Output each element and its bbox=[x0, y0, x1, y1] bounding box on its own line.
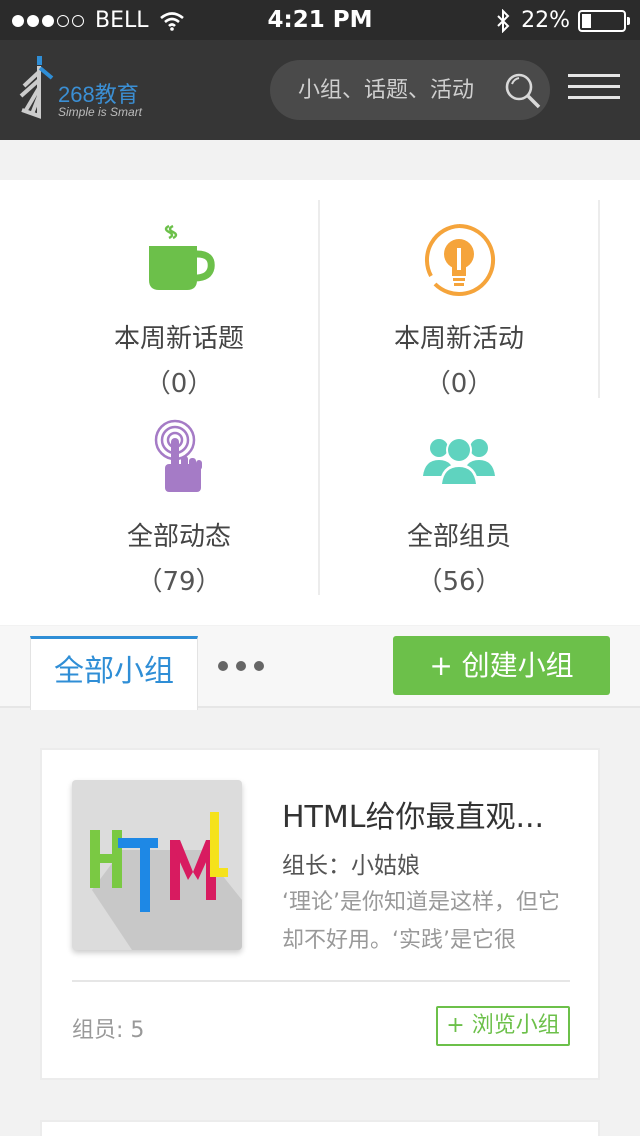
stat-new-events[interactable]: 本周新活动 （0） bbox=[339, 220, 579, 400]
search-icon[interactable] bbox=[504, 72, 542, 110]
logo[interactable]: 268教育 Simple is Smart bbox=[18, 52, 148, 124]
logo-tagline: Simple is Smart bbox=[58, 105, 143, 119]
battery-group: 22% bbox=[495, 8, 630, 33]
group-card[interactable]: HTML给你最直观... 组长：小姑娘 ‘理论’是你知道是这样，但它却不好用。‘… bbox=[40, 748, 600, 1080]
divider bbox=[598, 200, 600, 398]
group-tabs: 全部小组 + 创建小组 bbox=[0, 626, 640, 710]
group-member-count: 组员: 5 bbox=[72, 1018, 145, 1043]
group-description: ‘理论’是你知道是这样，但它却不好用。‘实践’是它很 bbox=[282, 890, 560, 953]
html-logo-icon bbox=[90, 812, 242, 950]
stat-count: （79） bbox=[136, 567, 222, 597]
group-thumbnail[interactable] bbox=[72, 780, 242, 950]
group-leader: 组长：小姑娘 bbox=[282, 853, 420, 879]
stat-label: 全部动态 bbox=[126, 522, 231, 552]
stat-new-topics[interactable]: 本周新话题 （0） bbox=[59, 220, 299, 400]
coffee-cup-icon bbox=[149, 224, 215, 290]
stat-count: （0） bbox=[144, 369, 214, 399]
stat-label: 本周新活动 bbox=[393, 324, 524, 354]
stat-count: （0） bbox=[424, 369, 494, 399]
group-title[interactable]: HTML给你最直观... bbox=[282, 792, 582, 836]
browse-group-button[interactable]: + 浏览小组 bbox=[436, 1006, 570, 1046]
stat-all-members[interactable]: 全部组员 （56） bbox=[339, 418, 579, 598]
status-bar: BELL 4:21 PM 22% bbox=[0, 0, 640, 40]
search-box[interactable] bbox=[270, 60, 550, 120]
more-icon[interactable] bbox=[218, 656, 264, 676]
stat-all-activity[interactable]: 全部动态 （79） bbox=[59, 418, 299, 598]
tab-all-groups[interactable]: 全部小组 bbox=[30, 636, 198, 710]
logo-icon bbox=[19, 56, 54, 119]
create-group-button[interactable]: + 创建小组 bbox=[393, 636, 610, 695]
battery-level bbox=[582, 13, 591, 28]
header: 268教育 Simple is Smart bbox=[0, 40, 640, 140]
divider bbox=[72, 980, 570, 982]
bluetooth-icon bbox=[497, 8, 510, 33]
search-input[interactable] bbox=[298, 74, 498, 106]
menu-icon[interactable] bbox=[568, 74, 620, 104]
divider bbox=[318, 200, 320, 595]
group-card[interactable] bbox=[40, 1120, 600, 1136]
lightbulb-icon bbox=[425, 223, 496, 296]
members-icon bbox=[423, 437, 495, 486]
stats-panel: 本周新话题 （0） 本周新活动 （0） 全部动态 （79） 全部组员 （56） bbox=[0, 180, 640, 625]
stat-label: 本周新话题 bbox=[113, 324, 244, 354]
stat-count: （56） bbox=[416, 567, 502, 597]
stat-label: 全部组员 bbox=[406, 522, 511, 552]
touch-icon bbox=[154, 419, 202, 492]
battery-icon bbox=[578, 9, 630, 32]
battery-percent: 22% bbox=[521, 8, 570, 33]
